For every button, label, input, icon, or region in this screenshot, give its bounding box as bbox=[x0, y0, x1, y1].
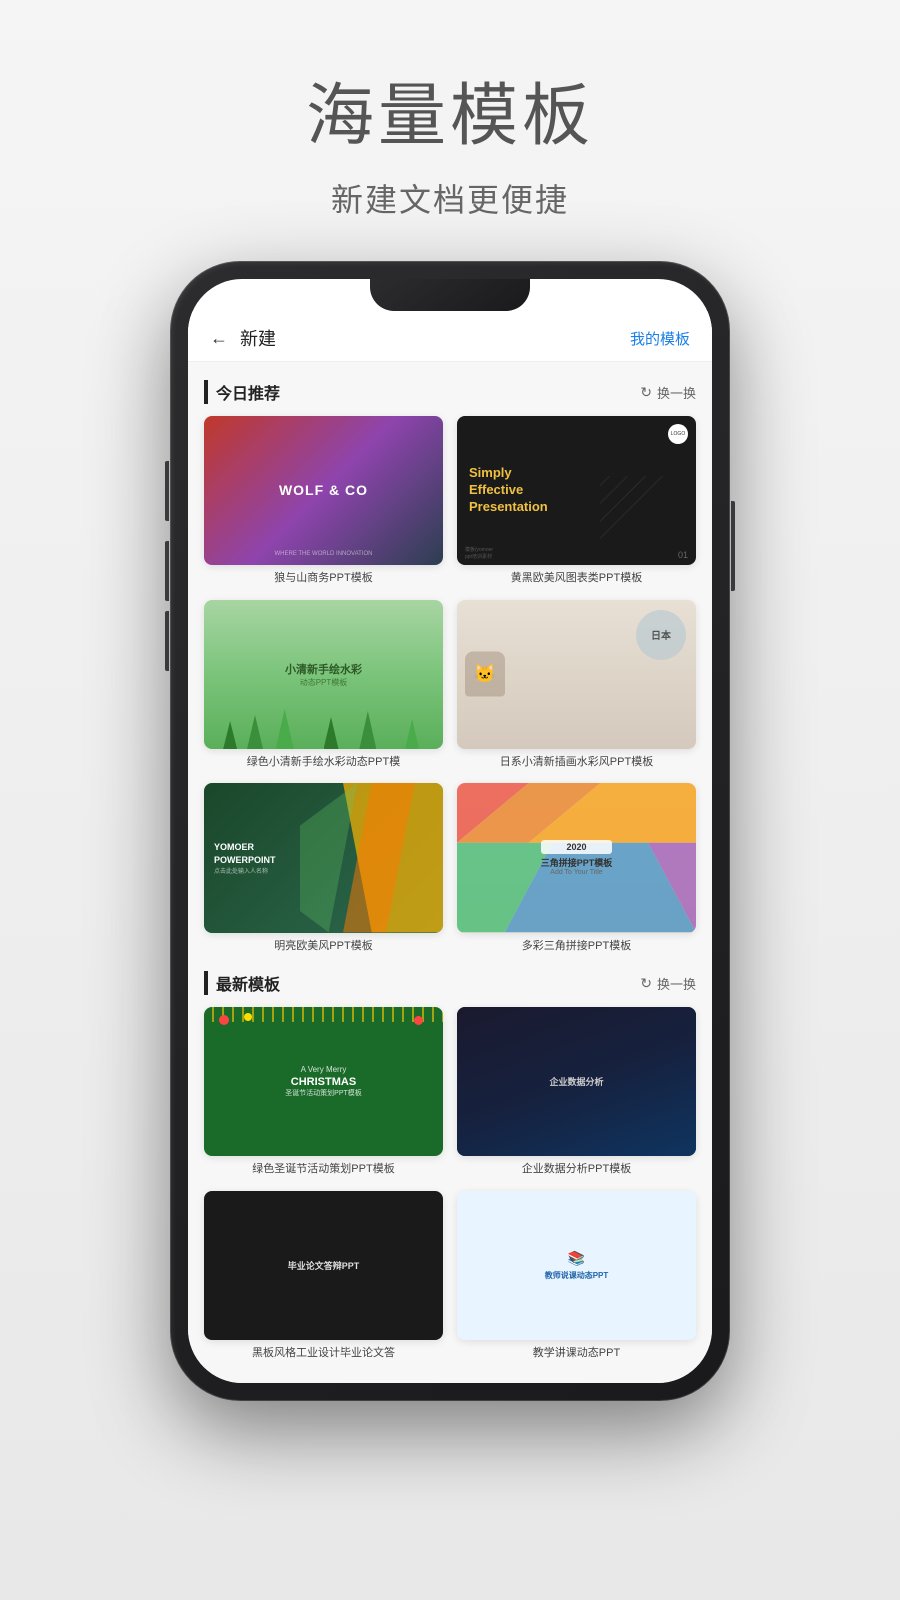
template-japan-name: 日系小清新插画水彩风PPT模板 bbox=[457, 755, 696, 769]
template-christmas-thumb[interactable]: A Very Merry CHRISTMAS 圣诞节活动策划PPT模板 bbox=[204, 1007, 443, 1156]
latest-section-title: 最新模板 bbox=[204, 971, 280, 995]
top-bar-left: ← 新建 bbox=[210, 325, 276, 351]
page-main-title: 海量模板 bbox=[306, 60, 594, 159]
template-poly-green[interactable]: YOMOERPOWERPOINT 点击此处输入人名称 明亮欧美风PPT模板 bbox=[204, 783, 443, 953]
xmas-sub: 圣诞节活动策划PPT模板 bbox=[285, 1088, 362, 1098]
latest-section-header: 最新模板 ↻ 换一换 bbox=[204, 971, 696, 995]
template-wolf-name: 狼与山商务PPT模板 bbox=[204, 571, 443, 585]
template-business-data-thumb[interactable]: 企业数据分析 bbox=[457, 1007, 696, 1156]
template-christmas[interactable]: A Very Merry CHRISTMAS 圣诞节活动策划PPT模板 bbox=[204, 1007, 443, 1177]
triangle-text: 2020 三角拼接PPT模板 Add To Your Title bbox=[541, 840, 613, 876]
bb-title: 毕业论文答辩PPT bbox=[288, 1259, 360, 1272]
watercolor-sub: 动态PPT模板 bbox=[285, 677, 362, 688]
app-content: ← 新建 我的模板 今日推荐 ↻ 换一换 bbox=[188, 311, 712, 1383]
xmas-text: A Very Merry CHRISTMAS 圣诞节活动策划PPT模板 bbox=[285, 1065, 362, 1098]
template-watercolor[interactable]: 小清新手绘水彩 动态PPT模板 绿色小清新手绘水彩动态PPT模 bbox=[204, 600, 443, 770]
black-logo: LOGO bbox=[668, 424, 688, 444]
scroll-area[interactable]: 今日推荐 ↻ 换一换 WOLF & CO bbox=[188, 362, 712, 1383]
template-triangle[interactable]: 2020 三角拼接PPT模板 Add To Your Title 多彩三角拼接P… bbox=[457, 783, 696, 953]
today-section-header: 今日推荐 ↻ 换一换 bbox=[204, 380, 696, 404]
template-black-thumb[interactable]: SimplyEffectivePresentation LOGO 模板/yomo… bbox=[457, 416, 696, 565]
black-footer: 模板/yomoerppt培训素材 bbox=[465, 546, 493, 560]
template-blackboard-thumb[interactable]: 毕业论文答辩PPT bbox=[204, 1191, 443, 1340]
phone-wrapper: ← 新建 我的模板 今日推荐 ↻ 换一换 bbox=[170, 261, 730, 1401]
template-black-name: 黄黑欧美风图表类PPT模板 bbox=[457, 571, 696, 585]
today-template-grid: WOLF & CO WHERE THE WORLD INNOVATION 狼与山… bbox=[204, 416, 696, 953]
template-black[interactable]: SimplyEffectivePresentation LOGO 模板/yomo… bbox=[457, 416, 696, 586]
triangle-sub: Add To Your Title bbox=[541, 869, 613, 876]
top-bar: ← 新建 我的模板 bbox=[188, 311, 712, 362]
phone-shell: ← 新建 我的模板 今日推荐 ↻ 换一换 bbox=[170, 261, 730, 1401]
my-templates-button[interactable]: 我的模板 bbox=[630, 328, 690, 349]
today-refresh-action[interactable]: ↻ 换一换 bbox=[640, 383, 696, 402]
xmas-big: CHRISTMAS bbox=[285, 1076, 362, 1088]
biz-text: 企业数据分析 bbox=[549, 1075, 603, 1088]
template-triangle-thumb[interactable]: 2020 三角拼接PPT模板 Add To Your Title bbox=[457, 783, 696, 932]
template-watercolor-thumb[interactable]: 小清新手绘水彩 动态PPT模板 bbox=[204, 600, 443, 749]
template-japan-thumb[interactable]: 日本 🐱 bbox=[457, 600, 696, 749]
template-triangle-name: 多彩三角拼接PPT模板 bbox=[457, 939, 696, 953]
phone-notch bbox=[370, 279, 530, 311]
template-business-data-name: 企业数据分析PPT模板 bbox=[457, 1162, 696, 1176]
template-wolf[interactable]: WOLF & CO WHERE THE WORLD INNOVATION 狼与山… bbox=[204, 416, 443, 586]
template-watercolor-name: 绿色小清新手绘水彩动态PPT模 bbox=[204, 755, 443, 769]
template-teacher-thumb[interactable]: 📚 教师说课动态PPT bbox=[457, 1191, 696, 1340]
page-title-area: 海量模板 新建文档更便捷 bbox=[306, 0, 594, 251]
japan-circle: 日本 bbox=[636, 610, 686, 660]
wolf-title: WOLF & CO bbox=[279, 482, 368, 499]
template-blackboard-name: 黑板风格工业设计毕业论文答 bbox=[204, 1346, 443, 1360]
template-wolf-thumb[interactable]: WOLF & CO WHERE THE WORLD INNOVATION bbox=[204, 416, 443, 565]
school-text: 📚 教师说课动态PPT bbox=[545, 1250, 609, 1281]
bb-text: 毕业论文答辩PPT bbox=[288, 1259, 360, 1272]
school-title: 教师说课动态PPT bbox=[545, 1270, 609, 1281]
today-section-title: 今日推荐 bbox=[204, 380, 280, 404]
template-blackboard[interactable]: 毕业论文答辩PPT 黑板风格工业设计毕业论文答 bbox=[204, 1191, 443, 1361]
template-poly-green-name: 明亮欧美风PPT模板 bbox=[204, 939, 443, 953]
template-teacher[interactable]: 📚 教师说课动态PPT 教学讲课动态PPT bbox=[457, 1191, 696, 1361]
back-icon[interactable]: ← bbox=[210, 328, 228, 349]
template-business-data[interactable]: 企业数据分析 企业数据分析PPT模板 bbox=[457, 1007, 696, 1177]
latest-refresh-action[interactable]: ↻ 换一换 bbox=[640, 974, 696, 993]
watercolor-text: 小清新手绘水彩 动态PPT模板 bbox=[285, 661, 362, 688]
latest-template-grid: A Very Merry CHRISTMAS 圣诞节活动策划PPT模板 bbox=[204, 1007, 696, 1360]
phone-screen: ← 新建 我的模板 今日推荐 ↻ 换一换 bbox=[188, 279, 712, 1383]
wolf-subtitle: WHERE THE WORLD INNOVATION bbox=[204, 551, 443, 557]
triangle-num: 2020 bbox=[541, 840, 613, 854]
app-title: 新建 bbox=[240, 325, 276, 351]
template-japan[interactable]: 日本 🐱 日系小清新插画水彩风PPT模板 bbox=[457, 600, 696, 770]
page-subtitle: 新建文档更便捷 bbox=[306, 175, 594, 221]
template-teacher-name: 教学讲课动态PPT bbox=[457, 1346, 696, 1360]
triangle-title: 三角拼接PPT模板 bbox=[541, 856, 613, 869]
latest-refresh-icon: ↻ bbox=[640, 975, 652, 992]
template-poly-green-thumb[interactable]: YOMOERPOWERPOINT 点击此处输入人名称 bbox=[204, 783, 443, 932]
watercolor-title: 小清新手绘水彩 bbox=[285, 661, 362, 677]
refresh-icon: ↻ bbox=[640, 384, 652, 401]
template-christmas-name: 绿色圣诞节活动策划PPT模板 bbox=[204, 1162, 443, 1176]
